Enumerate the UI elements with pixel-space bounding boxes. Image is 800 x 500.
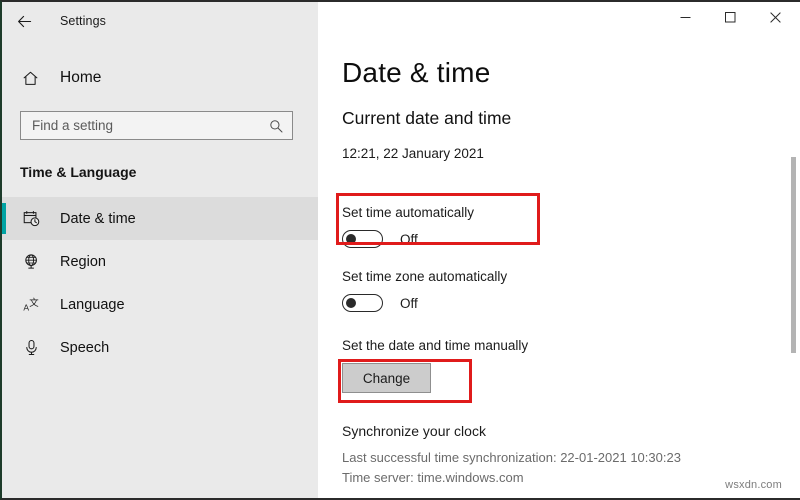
set-timezone-automatically-label: Set time zone automatically xyxy=(342,269,507,284)
set-time-automatically-group: Set time automatically Off xyxy=(342,205,474,248)
close-button[interactable] xyxy=(753,2,798,32)
sidebar: Home Time & Language xyxy=(2,40,318,500)
set-timezone-automatically-row: Off xyxy=(342,294,507,312)
home-icon xyxy=(19,70,41,87)
synchronize-heading: Synchronize your clock xyxy=(342,423,681,439)
microphone-icon xyxy=(20,339,42,356)
sidebar-item-label: Region xyxy=(60,254,106,270)
synchronize-clock-group: Synchronize your clock Last successful t… xyxy=(342,423,681,485)
current-date-time-heading: Current date and time xyxy=(342,108,798,129)
sidebar-item-label: Speech xyxy=(60,340,109,356)
set-time-automatically-state: Off xyxy=(400,232,418,247)
title-bar: Settings xyxy=(2,2,798,40)
toggle-knob xyxy=(346,298,356,308)
set-timezone-automatically-toggle[interactable] xyxy=(342,294,383,312)
set-time-automatically-label: Set time automatically xyxy=(342,205,474,220)
manual-date-time-group: Set the date and time manually Change xyxy=(342,338,528,393)
sidebar-home-label: Home xyxy=(60,69,101,87)
set-timezone-automatically-state: Off xyxy=(400,296,418,311)
content-panel: Date & time Current date and time 12:21,… xyxy=(318,40,798,500)
settings-window: Settings xyxy=(0,0,800,500)
search-box[interactable] xyxy=(20,111,293,140)
back-button[interactable] xyxy=(2,2,46,40)
sidebar-nav-list: Date & time Region A 文 xyxy=(2,197,318,369)
calendar-clock-icon xyxy=(20,210,42,227)
maximize-icon xyxy=(725,12,736,23)
scrollbar-thumb[interactable] xyxy=(791,157,796,353)
search-icon xyxy=(269,119,283,133)
sidebar-item-speech[interactable]: Speech xyxy=(2,326,318,369)
language-icon: A 文 xyxy=(20,296,42,313)
set-time-automatically-toggle[interactable] xyxy=(342,230,383,248)
change-button[interactable]: Change xyxy=(342,363,431,393)
manual-date-time-label: Set the date and time manually xyxy=(342,338,528,353)
maximize-button[interactable] xyxy=(708,2,753,32)
page-title: Date & time xyxy=(342,57,798,89)
set-time-automatically-row: Off xyxy=(342,230,474,248)
window-controls xyxy=(318,2,798,40)
sidebar-item-region[interactable]: Region xyxy=(2,240,318,283)
current-date-time-value: 12:21, 22 January 2021 xyxy=(342,146,798,161)
sidebar-item-label: Language xyxy=(60,297,125,313)
minimize-icon xyxy=(680,12,691,23)
svg-text:文: 文 xyxy=(29,297,39,309)
minimize-button[interactable] xyxy=(663,2,708,32)
set-timezone-automatically-group: Set time zone automatically Off xyxy=(342,269,507,312)
sidebar-item-label: Date & time xyxy=(60,211,136,227)
time-server-text: Time server: time.windows.com xyxy=(342,470,681,485)
search-input[interactable] xyxy=(21,112,292,139)
app-title: Settings xyxy=(60,14,106,28)
watermark: wsxdn.com xyxy=(725,479,782,491)
sidebar-item-language[interactable]: A 文 Language xyxy=(2,283,318,326)
globe-icon xyxy=(20,253,42,270)
sidebar-item-date-time[interactable]: Date & time xyxy=(2,197,318,240)
sidebar-section-title: Time & Language xyxy=(20,164,318,180)
toggle-knob xyxy=(346,234,356,244)
sidebar-item-home[interactable]: Home xyxy=(2,61,318,95)
last-sync-text: Last successful time synchronization: 22… xyxy=(342,450,681,465)
close-icon xyxy=(770,12,781,23)
title-bar-left: Settings xyxy=(2,2,318,40)
back-arrow-icon xyxy=(16,13,33,30)
